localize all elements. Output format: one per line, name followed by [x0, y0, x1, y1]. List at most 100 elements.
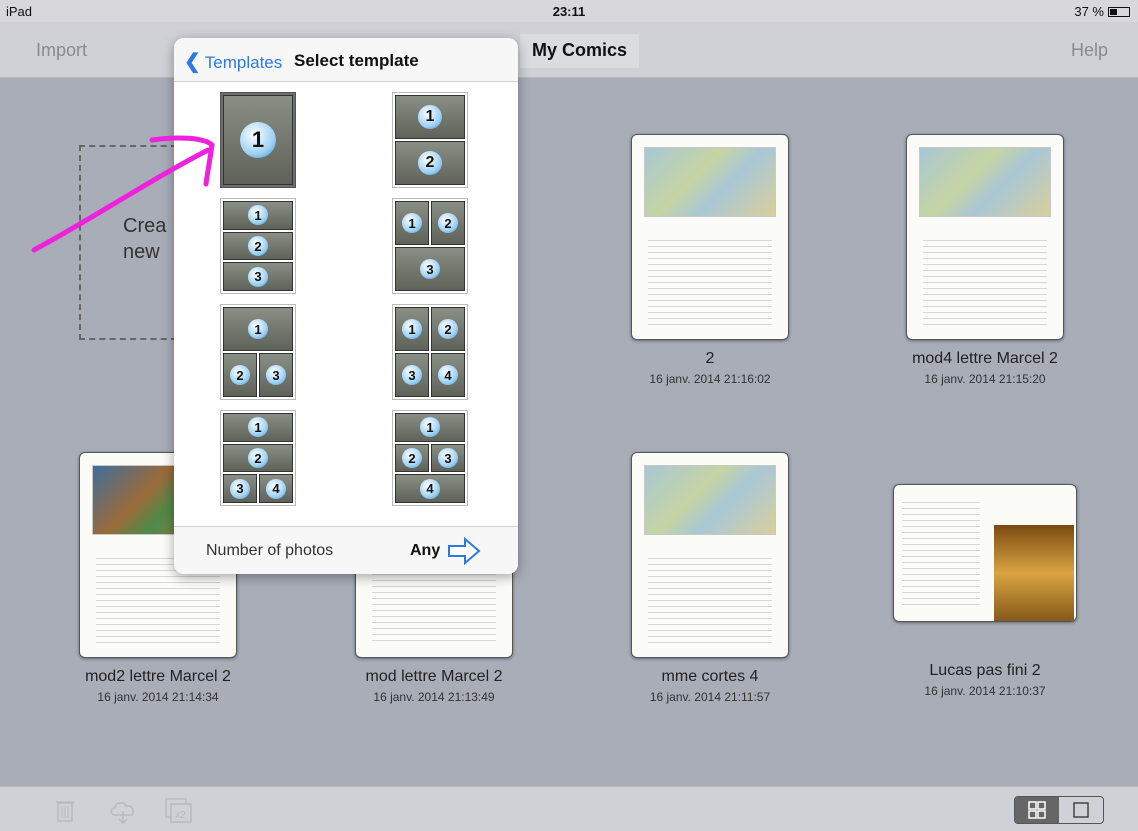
help-button[interactable]: Help	[1071, 40, 1108, 61]
template-cell-number: 3	[402, 365, 422, 385]
template-cell: 1	[223, 201, 293, 230]
template-option[interactable]: 1234	[392, 410, 468, 506]
template-row: 4	[395, 474, 465, 504]
template-cell: 2	[431, 307, 465, 351]
comic-date: 16 janv. 2014 21:15:20	[924, 372, 1046, 386]
template-row: 34	[395, 353, 465, 397]
create-new-label: Crea new	[123, 215, 167, 263]
template-cell: 2	[223, 231, 293, 261]
single-view-button[interactable]	[1059, 797, 1103, 823]
templates-back-button[interactable]: ❮ Templates	[184, 49, 282, 74]
comic-name: 2	[705, 350, 715, 367]
template-cell: 3	[223, 262, 293, 292]
grid-icon	[1028, 801, 1046, 819]
template-option[interactable]: 12 3	[392, 198, 468, 294]
comic-date: 16 janv. 2014 21:10:37	[924, 684, 1046, 698]
square-icon	[1073, 802, 1089, 818]
nav-bar: Import My Comics Help	[0, 22, 1138, 78]
template-row: 23	[223, 353, 293, 397]
popover-title: Select template	[294, 51, 419, 70]
template-cell-number: 4	[420, 478, 440, 499]
popover-footer: Number of photos Any	[174, 526, 518, 574]
template-cell-number: 2	[402, 448, 422, 468]
template-cell-number: 3	[266, 365, 286, 385]
template-cell-number: 1	[248, 205, 268, 226]
comic-card[interactable]: mme cortes 4 16 janv. 2014 21:11:57	[560, 452, 860, 704]
number-of-photos-value[interactable]: Any	[410, 542, 440, 560]
template-option[interactable]: 1234	[392, 304, 468, 400]
template-cell: 4	[431, 353, 465, 397]
comic-name: mod2 lettre Marcel 2	[85, 668, 231, 685]
duplicate-x2-icon[interactable]: x2	[164, 797, 192, 823]
template-cell: 2	[223, 353, 257, 397]
template-option[interactable]: 1	[220, 92, 296, 188]
template-cell-number: 2	[418, 151, 442, 175]
template-cell-number: 1	[420, 417, 440, 438]
template-row: 2	[395, 141, 465, 185]
template-popover: ❮ Templates Select template 1121231231231…	[174, 38, 518, 574]
template-cell: 2	[395, 443, 429, 473]
template-option[interactable]: 12	[392, 92, 468, 188]
template-row: 3	[223, 262, 293, 292]
template-row: 1	[223, 413, 293, 442]
template-cell-number: 1	[402, 213, 422, 233]
comic-name: Lucas pas fini 2	[929, 662, 1041, 679]
status-time: 23:11	[552, 4, 586, 19]
template-row: 3	[395, 247, 465, 291]
template-row: 1	[223, 95, 293, 185]
template-cell-number: 2	[248, 448, 268, 468]
comic-date: 16 janv. 2014 21:16:02	[649, 372, 771, 386]
template-option[interactable]: 1 2 34	[220, 410, 296, 506]
comic-card[interactable]: mod4 lettre Marcel 2 16 janv. 2014 21:15…	[835, 134, 1135, 386]
template-cell: 4	[395, 474, 465, 504]
comic-thumbnail[interactable]	[631, 134, 789, 340]
back-label: Templates	[204, 53, 283, 72]
template-cell: 2	[395, 141, 465, 185]
status-bar: iPad 23:11 37 %	[0, 0, 1138, 22]
cathedral-photo	[994, 525, 1074, 621]
template-cell: 3	[223, 474, 257, 504]
template-cell: 1	[395, 413, 465, 442]
template-cell: 3	[395, 353, 429, 397]
template-cell: 1	[223, 307, 293, 351]
battery-indicator: 37 %	[1074, 4, 1130, 19]
comic-date: 16 janv. 2014 21:14:34	[97, 690, 219, 704]
comic-date: 16 janv. 2014 21:11:57	[649, 690, 771, 704]
template-cell-number: 1	[248, 319, 268, 339]
template-cell: 1	[223, 95, 293, 185]
battery-percent: 37 %	[1074, 4, 1104, 19]
template-cell: 4	[259, 474, 293, 504]
template-cell: 3	[259, 353, 293, 397]
comics-grid: Crea new 2 16 janv. 2014 21:16:02 mod4 l…	[0, 78, 1138, 786]
comic-card[interactable]: Lucas pas fini 2 16 janv. 2014 21:10:37	[835, 484, 1135, 698]
import-button[interactable]: Import	[36, 40, 87, 61]
view-mode-toggle[interactable]	[1014, 796, 1104, 824]
arrow-right-icon[interactable]	[447, 537, 481, 565]
template-cell: 1	[395, 95, 465, 139]
template-cell-number: 1	[402, 319, 422, 339]
template-cell-number: 1	[418, 105, 442, 129]
template-option[interactable]: 1 23	[220, 304, 296, 400]
cloud-download-icon[interactable]	[108, 797, 134, 825]
template-cell-number: 2	[230, 365, 250, 385]
comic-card[interactable]: 2 16 janv. 2014 21:16:02	[560, 134, 860, 386]
template-option[interactable]: 1 2 3	[220, 198, 296, 294]
template-row: 2	[223, 443, 293, 473]
template-cell: 1	[395, 307, 429, 351]
grid-view-button[interactable]	[1015, 797, 1059, 823]
comic-thumbnail[interactable]	[631, 452, 789, 658]
template-row: 12	[395, 307, 465, 351]
template-cell-number: 1	[240, 122, 276, 158]
template-cell-number: 3	[420, 259, 440, 279]
popover-header: ❮ Templates Select template	[174, 38, 518, 82]
template-row: 12	[395, 201, 465, 245]
template-row: 2	[223, 231, 293, 261]
comic-thumbnail[interactable]	[906, 134, 1064, 340]
template-cell-number: 3	[248, 266, 268, 287]
trash-icon[interactable]	[52, 797, 78, 823]
template-row: 1	[223, 201, 293, 230]
chevron-left-icon: ❮	[184, 51, 201, 73]
template-row: 34	[223, 474, 293, 504]
comic-thumbnail[interactable]	[893, 484, 1077, 622]
template-row: 1	[395, 413, 465, 442]
